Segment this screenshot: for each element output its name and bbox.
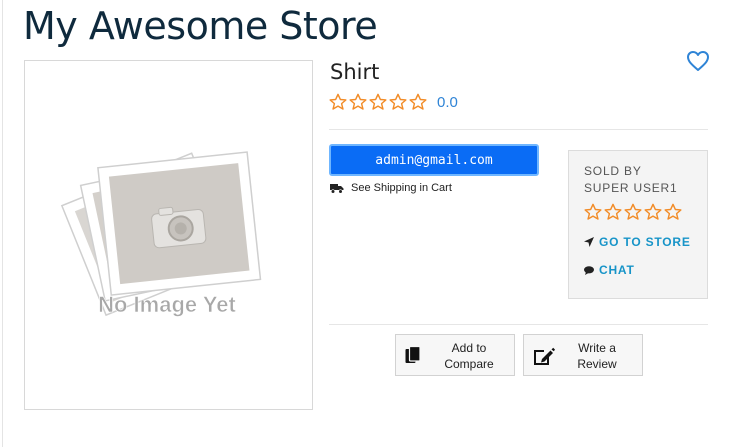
edit-icon (534, 347, 555, 365)
chat-link[interactable]: CHAT (584, 263, 635, 277)
location-arrow-icon (584, 237, 594, 247)
truck-icon (330, 183, 344, 194)
seller-card: SOLD BY SUPER USER1 GO TO STORE CHAT (568, 150, 708, 299)
wishlist-heart-icon[interactable] (686, 50, 710, 72)
shipping-info[interactable]: See Shipping in Cart (330, 182, 452, 194)
divider-top (329, 129, 708, 130)
star-icon[interactable] (584, 203, 602, 221)
account-email-button[interactable]: admin@gmail.com (329, 144, 539, 176)
product-image: No Image Yet (24, 60, 313, 410)
placeholder-caption: No Image Yet (98, 292, 236, 317)
no-image-placeholder-icon: No Image Yet (60, 151, 262, 317)
sold-by-label: SOLD BY (584, 164, 642, 178)
copy-icon (405, 346, 421, 363)
product-rating: 0.0 (329, 93, 458, 111)
chat-bubble-icon (584, 265, 594, 275)
star-icon[interactable] (389, 93, 407, 111)
star-icon[interactable] (644, 203, 662, 221)
go-to-store-label: GO TO STORE (599, 235, 691, 249)
product-name: Shirt (330, 60, 380, 84)
star-icon[interactable] (664, 203, 682, 221)
shipping-text: See Shipping in Cart (351, 182, 452, 194)
seller-name: SUPER USER1 (584, 181, 678, 195)
star-icon[interactable] (604, 203, 622, 221)
star-icon[interactable] (369, 93, 387, 111)
chat-label: CHAT (599, 263, 635, 277)
divider-bottom (329, 324, 708, 325)
star-icon[interactable] (409, 93, 427, 111)
add-to-compare-button[interactable]: Add to Compare (395, 334, 515, 376)
rating-score[interactable]: 0.0 (437, 94, 458, 111)
star-icon[interactable] (624, 203, 642, 221)
rating-stars (329, 93, 427, 111)
seller-label: SOLD BY SUPER USER1 (584, 163, 678, 197)
page-left-border (2, 0, 3, 447)
write-review-label: Write a Review (577, 341, 617, 371)
store-title[interactable]: My Awesome Store (23, 2, 378, 50)
add-to-compare-label: Add to Compare (444, 341, 494, 371)
write-review-button[interactable]: Write a Review (523, 334, 643, 376)
seller-rating-stars (584, 203, 682, 221)
star-icon[interactable] (349, 93, 367, 111)
star-icon[interactable] (329, 93, 347, 111)
go-to-store-link[interactable]: GO TO STORE (584, 235, 691, 249)
